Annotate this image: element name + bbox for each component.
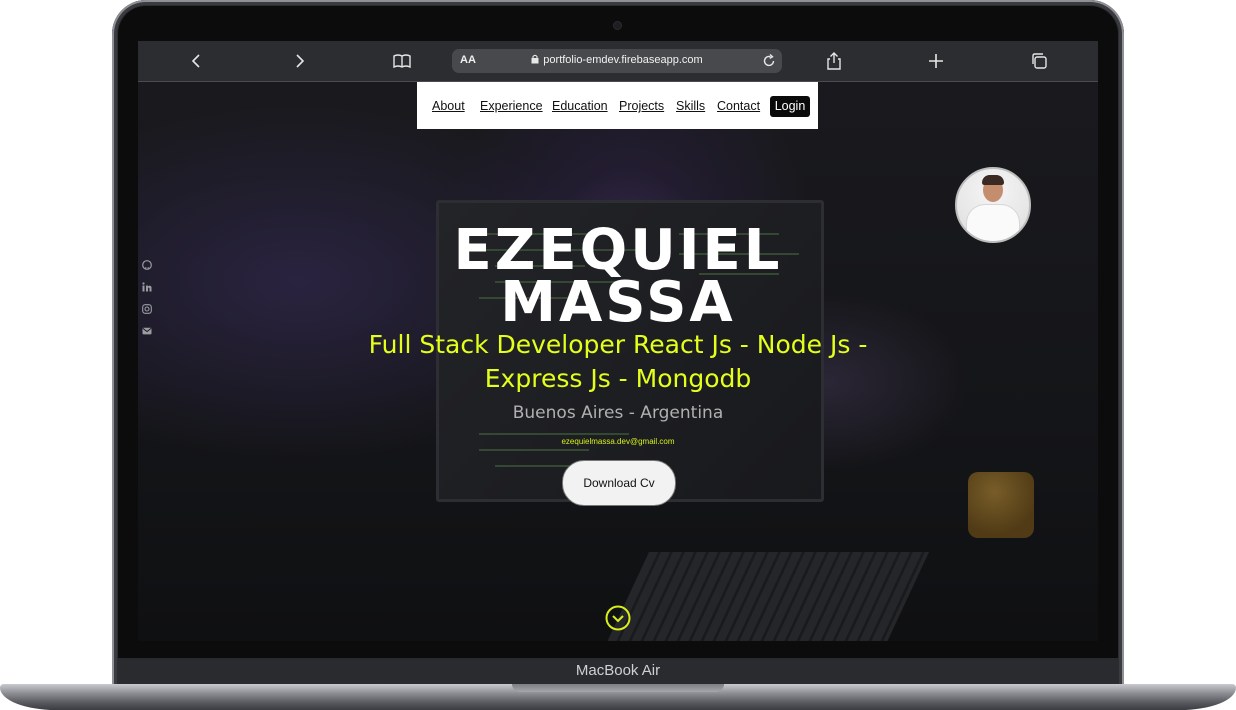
nav-link-about[interactable]: About: [432, 99, 465, 113]
reload-icon[interactable]: [761, 53, 777, 69]
browser-toolbar: AA portfolio-emdev.firebaseapp.com: [138, 41, 1098, 82]
nav-link-skills[interactable]: Skills: [676, 99, 705, 113]
hero-location: Buenos Aires - Argentina: [512, 403, 724, 423]
nav-link-contact[interactable]: Contact: [717, 99, 760, 113]
nav-link-projects[interactable]: Projects: [619, 99, 664, 113]
lock-icon: [531, 54, 539, 64]
top-nav: About Experience Education Projects Skil…: [417, 82, 818, 129]
new-tab-icon[interactable]: [926, 51, 946, 71]
download-cv-button[interactable]: Download Cv: [562, 460, 676, 506]
nav-link-education[interactable]: Education: [552, 99, 608, 113]
hero-last-name: MASSA: [500, 270, 736, 335]
laptop-hinge-notch: [512, 684, 724, 692]
back-icon[interactable]: [187, 51, 207, 71]
url-text: portfolio-emdev.firebaseapp.com: [543, 54, 703, 66]
book-icon[interactable]: [392, 51, 412, 71]
tabs-icon[interactable]: [1029, 51, 1049, 71]
device-brand-label: MacBook Air: [575, 662, 661, 679]
hero-email[interactable]: ezequielmassa.dev@gmail.com: [138, 437, 1098, 446]
nav-link-experience[interactable]: Experience: [480, 99, 543, 113]
address-bar[interactable]: AA portfolio-emdev.firebaseapp.com: [452, 49, 782, 73]
camera-icon: [614, 22, 621, 29]
forward-icon[interactable]: [289, 51, 309, 71]
jar-image: [968, 472, 1034, 538]
keyboard-image: [607, 552, 929, 641]
laptop-screen: AA portfolio-emdev.firebaseapp.com About…: [138, 41, 1098, 641]
scroll-down-icon[interactable]: [605, 605, 631, 631]
share-icon[interactable]: [824, 51, 844, 71]
login-button[interactable]: Login: [770, 96, 810, 117]
hero-role: Full Stack Developer React Js - Node Js …: [368, 330, 868, 393]
